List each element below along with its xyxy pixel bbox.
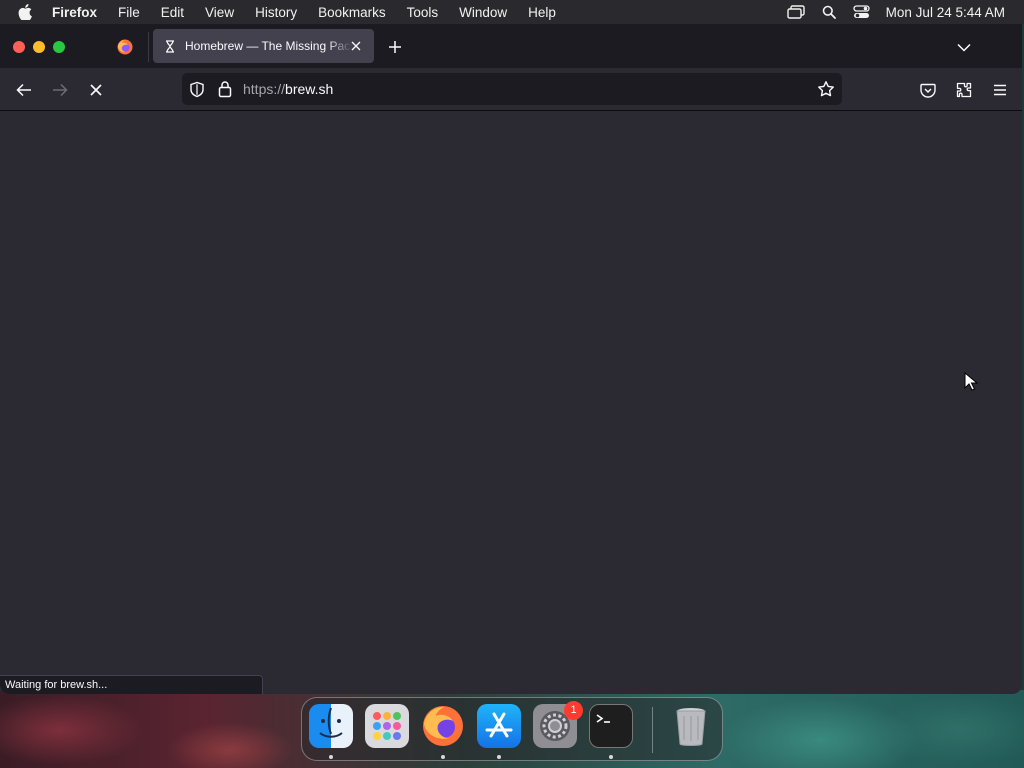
loading-hourglass-icon — [162, 39, 178, 53]
dock-separator — [652, 707, 653, 753]
bookmark-star-icon[interactable] — [817, 80, 835, 103]
running-indicator — [497, 755, 501, 759]
address-bar[interactable]: https://brew.sh — [182, 73, 842, 105]
trash-icon[interactable] — [669, 704, 713, 748]
application-menu-icon[interactable] — [990, 80, 1010, 100]
tab-close-icon[interactable] — [348, 38, 364, 54]
tab-title: Homebrew — The Missing Package Manager f… — [185, 39, 352, 53]
pocket-icon[interactable] — [918, 80, 938, 100]
url-host: brew.sh — [285, 81, 334, 97]
extensions-icon[interactable] — [954, 80, 974, 100]
tab-separator — [148, 32, 149, 62]
app-store-icon[interactable] — [477, 704, 521, 748]
menu-history[interactable]: History — [255, 5, 297, 20]
menu-bar: Firefox File Edit View History Bookmarks… — [0, 0, 1024, 24]
menu-edit[interactable]: Edit — [161, 5, 184, 20]
menu-help[interactable]: Help — [528, 5, 556, 20]
dock: 1 — [301, 697, 723, 761]
notification-badge: 1 — [564, 701, 583, 720]
menu-file[interactable]: File — [118, 5, 140, 20]
lock-icon[interactable] — [218, 80, 232, 103]
running-indicator — [329, 755, 333, 759]
url-text[interactable]: https://brew.sh — [243, 81, 333, 97]
finder-icon[interactable] — [309, 704, 353, 748]
firefox-dock-icon[interactable] — [421, 704, 465, 748]
close-window-button[interactable] — [13, 41, 25, 53]
navigation-toolbar: https://brew.sh — [0, 68, 1022, 111]
running-indicator — [609, 755, 613, 759]
new-tab-button[interactable] — [386, 38, 404, 56]
status-panel: Waiting for brew.sh... — [0, 675, 263, 694]
list-all-tabs-icon[interactable] — [955, 38, 973, 56]
tab-homebrew[interactable]: Homebrew — The Missing Package Manager f… — [153, 29, 374, 63]
menu-window[interactable]: Window — [459, 5, 507, 20]
page-content[interactable]: Waiting for brew.sh... — [0, 111, 1022, 694]
url-scheme: https:// — [243, 81, 286, 97]
mouse-pointer-icon — [964, 372, 978, 391]
menubar-clock[interactable]: Mon Jul 24 5:44 AM — [886, 5, 1005, 20]
tracking-protection-shield-icon[interactable] — [189, 81, 205, 103]
terminal-icon[interactable] — [589, 704, 633, 748]
forward-button[interactable] — [50, 80, 70, 100]
stop-loading-button[interactable] — [86, 80, 106, 100]
screen-mirroring-icon[interactable] — [786, 5, 805, 19]
control-center-icon[interactable] — [853, 5, 870, 19]
menu-tools[interactable]: Tools — [407, 5, 439, 20]
menu-app-name[interactable]: Firefox — [52, 5, 97, 20]
minimize-window-button[interactable] — [33, 41, 45, 53]
maximize-window-button[interactable] — [53, 41, 65, 53]
apple-icon[interactable] — [18, 4, 38, 20]
firefox-view-icon[interactable] — [117, 39, 133, 55]
launchpad-icon[interactable] — [365, 704, 409, 748]
running-indicator — [441, 755, 445, 759]
back-button[interactable] — [14, 80, 34, 100]
spotlight-search-icon[interactable] — [822, 5, 836, 19]
menu-view[interactable]: View — [205, 5, 234, 20]
menu-bookmarks[interactable]: Bookmarks — [318, 5, 386, 20]
browser-window: Homebrew — The Missing Package Manager f… — [0, 24, 1022, 694]
tab-strip: Homebrew — The Missing Package Manager f… — [0, 24, 1022, 68]
